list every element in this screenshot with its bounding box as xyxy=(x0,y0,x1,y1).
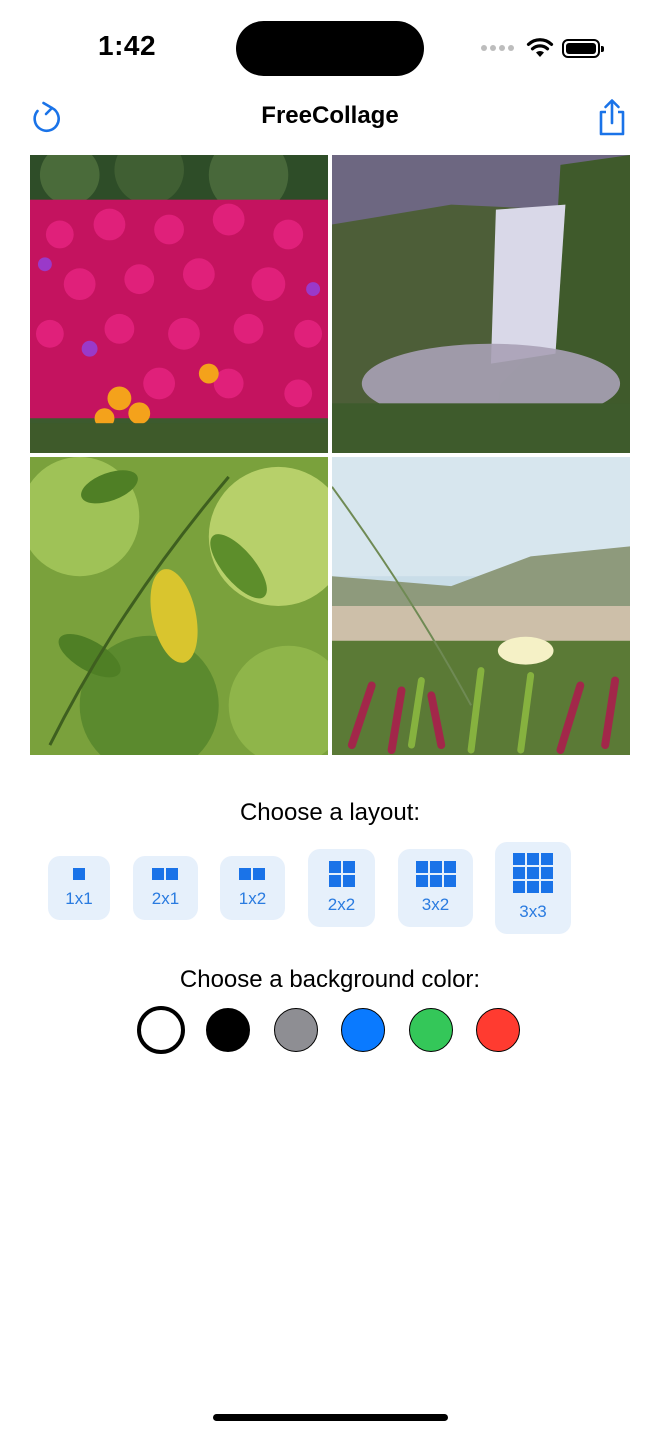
layout-option-3x2[interactable]: 3x2 xyxy=(398,849,473,927)
layout-option-label: 2x1 xyxy=(151,889,180,908)
beach-flower-photo[interactable] xyxy=(332,457,630,755)
green-leaves-photo[interactable] xyxy=(30,457,328,755)
status-icons xyxy=(481,36,604,60)
layout-option-label: 1x1 xyxy=(65,889,93,908)
color-section-title: Choose a background color: xyxy=(179,966,481,993)
layout-option-label: 3x3 xyxy=(519,902,547,921)
color-swatch-black[interactable] xyxy=(206,1008,250,1052)
layout-1x2-icon xyxy=(239,868,265,880)
layout-option-1x2[interactable]: 1x2 xyxy=(220,856,285,920)
layout-option-3x3[interactable]: 3x3 xyxy=(495,842,571,934)
layout-3x3-icon xyxy=(513,853,553,893)
collage-grid xyxy=(30,155,630,755)
layout-section-title: Choose a layout: xyxy=(239,799,421,826)
layout-option-2x2[interactable]: 2x2 xyxy=(308,849,375,927)
layout-3x2-icon xyxy=(416,861,456,887)
layout-option-label: 3x2 xyxy=(421,895,450,914)
layout-2x2-icon xyxy=(329,861,355,887)
dynamic-island xyxy=(236,21,424,76)
page-title: FreeCollage xyxy=(261,102,399,129)
waterfall-photo[interactable] xyxy=(332,155,630,453)
color-swatch-green[interactable] xyxy=(409,1008,453,1052)
home-indicator[interactable] xyxy=(213,1414,448,1421)
cellular-icon xyxy=(481,45,514,51)
layout-2x1-icon xyxy=(152,868,178,880)
battery-icon xyxy=(562,38,604,58)
pink-flowers-photo[interactable] xyxy=(30,155,328,453)
layout-option-label: 1x2 xyxy=(238,889,267,908)
layout-option-2x1[interactable]: 2x1 xyxy=(133,856,198,920)
status-time: 1:42 xyxy=(98,30,157,61)
share-icon xyxy=(599,99,625,136)
color-swatch-red[interactable] xyxy=(476,1008,520,1052)
color-swatch-gray[interactable] xyxy=(274,1008,318,1052)
layout-option-label: 2x2 xyxy=(327,895,356,914)
layout-1x1-icon xyxy=(73,868,85,880)
color-swatch-blue[interactable] xyxy=(341,1008,385,1052)
wifi-icon xyxy=(526,38,554,57)
share-button[interactable] xyxy=(592,98,632,138)
layout-option-1x1[interactable]: 1x1 xyxy=(48,856,110,920)
color-swatch-white[interactable] xyxy=(137,1006,185,1054)
